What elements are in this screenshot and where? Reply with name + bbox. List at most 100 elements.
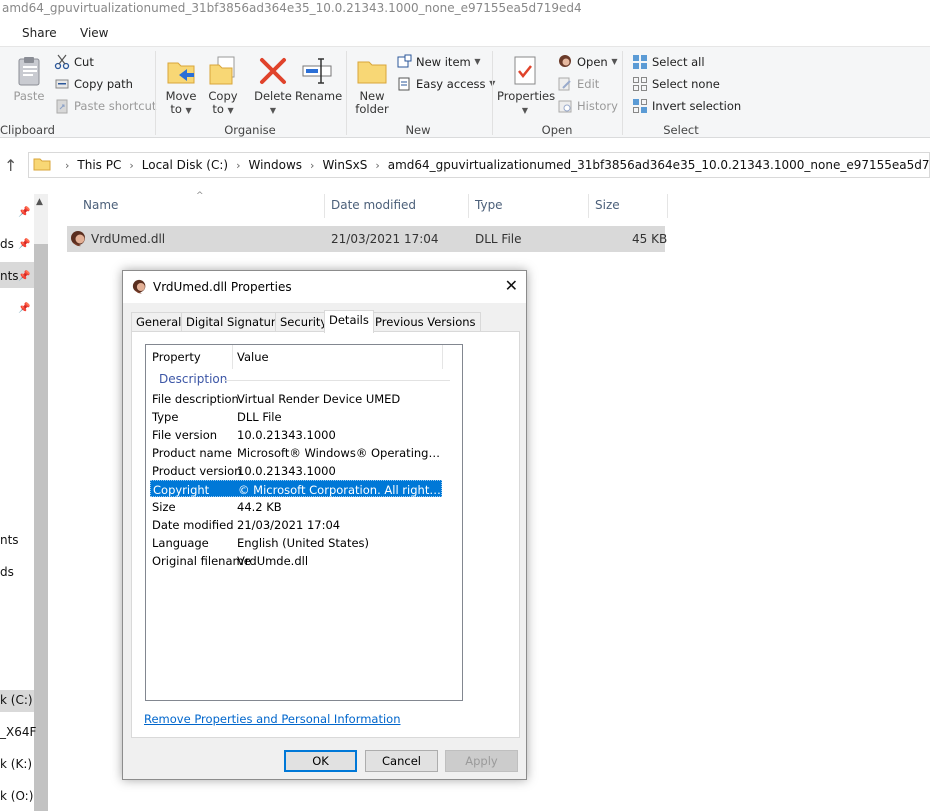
nav-item-drive-k[interactable]: k (K:) [0, 757, 32, 771]
column-header-property[interactable]: Property [152, 350, 201, 364]
group-label-open: Open [541, 123, 573, 137]
copy-to-button[interactable]: Copy to ▼ [205, 55, 241, 117]
ok-button[interactable]: OK [284, 750, 357, 772]
list-item[interactable]: Date modified 21/03/2021 17:04 [150, 516, 442, 533]
new-folder-button[interactable]: New folder [352, 55, 392, 116]
chevron-right-icon: › [310, 158, 315, 172]
move-to-button[interactable]: Move to ▼ [163, 55, 199, 117]
tab-general[interactable]: General [131, 312, 187, 332]
list-item[interactable]: Product version 10.0.21343.1000 [150, 462, 442, 479]
breadcrumb-winsxs[interactable]: WinSxS [322, 158, 367, 172]
group-divider [622, 51, 623, 135]
list-item[interactable]: File description Virtual Render Device U… [150, 390, 442, 407]
group-divider [346, 51, 347, 135]
delete-button[interactable]: Delete ▼ [254, 55, 292, 117]
column-header-date[interactable]: Date modified [331, 198, 416, 212]
column-divider[interactable] [667, 194, 668, 218]
up-arrow-icon[interactable]: ↑ [4, 156, 17, 175]
tab-previous-versions[interactable]: Previous Versions [370, 312, 481, 332]
tab-share[interactable]: Share [22, 26, 57, 40]
close-icon[interactable]: ✕ [505, 276, 518, 295]
file-type: DLL File [475, 232, 522, 246]
column-header-name[interactable]: Name [83, 198, 118, 212]
tab-details[interactable]: Details [324, 310, 374, 333]
scroll-up-icon[interactable]: ▲ [36, 197, 43, 207]
scissors-icon [54, 54, 70, 70]
properties-check-icon [509, 55, 541, 87]
edit-button[interactable]: Edit [557, 75, 599, 93]
column-header-size[interactable]: Size [595, 198, 620, 212]
paste-shortcut-button[interactable]: Paste shortcut [54, 97, 156, 115]
column-divider[interactable] [324, 194, 325, 218]
breadcrumb-this-pc[interactable]: This PC [77, 158, 121, 172]
rename-icon [301, 55, 333, 87]
list-item[interactable]: Language English (United States) [150, 534, 442, 551]
copy-to-folder-icon [207, 55, 239, 87]
nav-item-drive-o[interactable]: k (O:) [0, 789, 33, 803]
paste-button[interactable]: Paste [10, 55, 48, 103]
properties-dialog: VrdUmed.dll Properties ✕ General Digital… [122, 270, 527, 780]
select-none-button[interactable]: Select none [632, 75, 720, 93]
list-item[interactable]: Type DLL File [150, 408, 442, 425]
table-row[interactable]: VrdUmed.dll 21/03/2021 17:04 DLL File 45… [67, 226, 667, 252]
easy-access-button[interactable]: Easy access ▼ [396, 75, 495, 93]
column-divider[interactable] [232, 345, 233, 369]
column-divider[interactable] [468, 194, 469, 218]
list-item-selected[interactable]: Copyright © Microsoft Corporation. All r… [150, 480, 443, 497]
tab-view[interactable]: View [80, 26, 108, 40]
nav-item-drive-c[interactable]: k (C:) [0, 693, 33, 707]
rename-button[interactable]: Rename [295, 55, 342, 103]
dialog-title: VrdUmed.dll Properties [153, 280, 292, 294]
select-all-icon [632, 54, 648, 70]
properties-button[interactable]: Properties ▼ [497, 55, 555, 117]
list-item[interactable]: Original filename VrdUmde.dll [150, 552, 442, 569]
pin-icon[interactable]: 📌 [18, 271, 30, 282]
column-divider[interactable] [442, 345, 443, 369]
list-item[interactable]: Size 44.2 KB [150, 498, 442, 515]
dialog-titlebar[interactable]: VrdUmed.dll Properties ✕ [123, 271, 526, 303]
nav-item-drive-x64[interactable]: _X64F [0, 725, 36, 739]
window-title: amd64_gpuvirtualizationumed_31bf3856ad36… [2, 1, 582, 15]
nav-item-downloads[interactable]: ds [0, 237, 14, 251]
breadcrumb-local-disk[interactable]: Local Disk (C:) [142, 158, 228, 172]
column-divider[interactable] [588, 194, 589, 218]
history-button[interactable]: History [557, 97, 618, 115]
copy-path-button[interactable]: Copy path [54, 75, 133, 93]
list-item[interactable]: Product name Microsoft® Windows® Operati… [150, 444, 442, 461]
pin-icon[interactable]: 📌 [18, 239, 30, 250]
remove-properties-link[interactable]: Remove Properties and Personal Informati… [144, 712, 401, 726]
nav-item-documents[interactable]: nts [0, 269, 19, 283]
pin-icon[interactable]: 📌 [18, 303, 30, 314]
cancel-button[interactable]: Cancel [365, 750, 438, 772]
group-label-clipboard: Clipboard [0, 123, 55, 137]
address-row: ↑ › This PC › Local Disk (C:) › Windows … [0, 152, 930, 180]
pin-icon[interactable]: 📌 [18, 207, 30, 218]
properties-list[interactable]: Property Value Description File descript… [145, 344, 463, 701]
details-panel: Property Value Description File descript… [131, 331, 520, 738]
invert-selection-button[interactable]: Invert selection [632, 97, 741, 115]
open-button[interactable]: Open ▼ [557, 53, 618, 71]
chevron-down-icon: ▼ [227, 106, 234, 115]
select-all-button[interactable]: Select all [632, 53, 705, 71]
app-avatar-icon [557, 54, 573, 70]
sort-ascending-icon: ^ [196, 191, 204, 201]
group-divider [155, 51, 156, 135]
nav-item-documents-2[interactable]: nts [0, 533, 19, 547]
new-item-button[interactable]: New item ▼ [396, 53, 481, 71]
breadcrumb-current-folder[interactable]: amd64_gpuvirtualizationumed_31bf3856ad36… [388, 158, 930, 172]
nav-item-downloads-2[interactable]: ds [0, 565, 14, 579]
ribbon: Paste Cut Copy path Paste shortcut Clipb… [0, 46, 930, 138]
new-item-icon [396, 54, 412, 70]
address-bar[interactable]: › This PC › Local Disk (C:) › Windows › … [28, 152, 930, 178]
group-label-select: Select [663, 123, 699, 137]
cut-button[interactable]: Cut [54, 53, 94, 71]
apply-button[interactable]: Apply [445, 750, 518, 772]
dll-file-icon [132, 279, 148, 298]
column-header-value[interactable]: Value [237, 350, 269, 364]
breadcrumb-windows[interactable]: Windows [248, 158, 302, 172]
select-none-icon [632, 76, 648, 92]
column-header-type[interactable]: Type [475, 198, 503, 212]
list-item[interactable]: File version 10.0.21343.1000 [150, 426, 442, 443]
chevron-down-icon: ▼ [611, 57, 618, 66]
edit-icon [557, 76, 573, 92]
